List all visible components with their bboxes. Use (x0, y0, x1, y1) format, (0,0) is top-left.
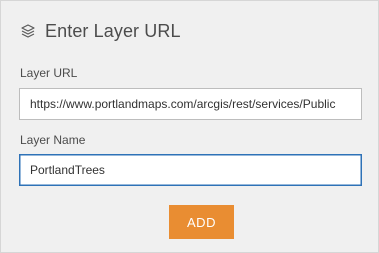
enter-layer-url-panel: Enter Layer URL Layer URL Layer Name ADD (0, 0, 379, 253)
layer-url-input[interactable] (19, 88, 362, 120)
layer-url-label: Layer URL (20, 66, 78, 80)
panel-title: Enter Layer URL (45, 20, 181, 41)
layer-name-input[interactable] (19, 154, 362, 186)
panel-header: Enter Layer URL (20, 18, 181, 44)
layers-icon (20, 23, 36, 39)
add-button[interactable]: ADD (169, 205, 234, 239)
layer-name-label: Layer Name (20, 133, 86, 147)
